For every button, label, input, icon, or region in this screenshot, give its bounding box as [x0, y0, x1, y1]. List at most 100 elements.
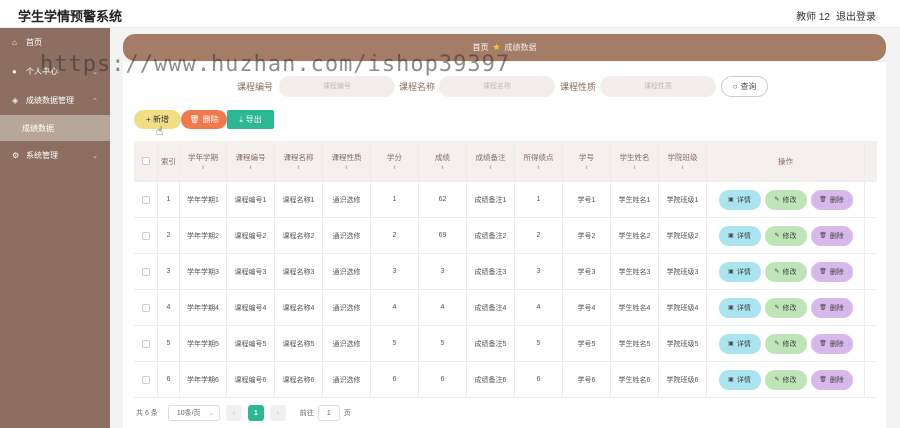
column-header[interactable]: 学院班级 ⬍: [659, 141, 707, 181]
search-input-course-code[interactable]: 课程编号: [279, 76, 395, 97]
page-number-current[interactable]: 1: [247, 405, 264, 421]
table-cell: 1: [371, 182, 419, 217]
edit-button-label: 修改: [782, 376, 797, 384]
delete-button[interactable]: 🗑 删除: [810, 369, 853, 390]
sidebar-item-system[interactable]: ⚙ 系统管理 ⌄: [0, 141, 110, 170]
table-cell: 学年学期5: [180, 326, 227, 361]
row-checkbox[interactable]: [141, 195, 150, 204]
detail-button[interactable]: ▣ 详情: [718, 261, 761, 282]
pagination-total: 共 6 条: [136, 410, 158, 417]
table-row: 6 学年学期6 课程编号6 课程名称6 通识选修 6 6 成绩备注6 6 学号6 学生姓名6 学院班级…: [134, 362, 877, 398]
delete-button[interactable]: 🗑 删除: [810, 225, 853, 246]
detail-button[interactable]: ▣ 详情: [718, 333, 761, 354]
column-header: 索引: [158, 141, 180, 181]
table-cell: 6: [419, 362, 467, 397]
search-icon: ○: [732, 82, 738, 91]
column-header[interactable]: 成绩备注 ⬍: [467, 141, 515, 181]
row-checkbox[interactable]: [141, 339, 150, 348]
search-bar: 课程编号 课程编号 课程名称 课程名称 课程性质 课程性质 ○ 查询: [123, 74, 886, 98]
column-header-label: 学分: [387, 152, 402, 162]
row-checkbox[interactable]: [141, 375, 150, 384]
row-checkbox[interactable]: [141, 231, 150, 240]
column-header[interactable]: 成绩 ⬍: [419, 141, 467, 181]
column-header[interactable]: 学号 ⬍: [563, 141, 611, 181]
row-checkbox[interactable]: [141, 303, 150, 312]
download-icon: ⤓: [239, 114, 243, 124]
table-cell: 课程名称4: [275, 290, 323, 325]
chevron-up-icon: ⌃: [92, 97, 98, 105]
export-label: 导出: [245, 115, 262, 124]
search-button[interactable]: ○ 查询: [721, 76, 768, 97]
content-panel: 课程编号 课程编号 课程名称 课程名称 课程性质 课程性质 ○ 查询 + 新增 …: [123, 62, 886, 428]
delete-button[interactable]: 🗑 删除: [810, 261, 853, 282]
column-header[interactable]: 课程性质 ⬍: [323, 141, 371, 181]
search-input-course-name[interactable]: 课程名称: [439, 76, 555, 97]
logout-link[interactable]: 退出登录: [836, 8, 876, 23]
table-cell: 学生姓名3: [611, 254, 659, 289]
user-icon: ●: [12, 67, 17, 76]
column-header[interactable]: 课程名称 ⬍: [275, 141, 323, 181]
detail-button[interactable]: ▣ 详情: [718, 297, 761, 318]
page-size-select[interactable]: 10条/页 ⌄: [167, 405, 220, 421]
column-header-label: 成绩备注: [475, 152, 506, 162]
detail-button-label: 详情: [736, 196, 751, 204]
edit-button[interactable]: ✎ 修改: [764, 261, 807, 282]
sidebar-item-score-data[interactable]: 成绩数据: [0, 115, 110, 141]
sort-icon: ⬍: [584, 164, 589, 171]
edit-button[interactable]: ✎ 修改: [764, 189, 807, 210]
detail-button-label: 详情: [736, 304, 751, 312]
select-all-cell: [134, 141, 158, 181]
column-header[interactable]: 所得绩点 ⬍: [515, 141, 563, 181]
table-cell: 学号6: [563, 362, 611, 397]
search-input-course-type[interactable]: 课程性质: [600, 76, 716, 97]
delete-button[interactable]: 🗑 删除: [810, 189, 853, 210]
table-cell: 学号4: [563, 290, 611, 325]
edit-button[interactable]: ✎ 修改: [764, 333, 807, 354]
batch-delete-button[interactable]: 🗑 删除: [181, 110, 227, 129]
row-actions: ▣ 详情 ✎ 修改 🗑 删除: [707, 290, 865, 325]
column-header[interactable]: 学年学期 ⬍: [180, 141, 227, 181]
top-bar: 学生学情预警系统 教师 12 退出登录: [0, 0, 900, 28]
column-header[interactable]: 课程编号 ⬍: [227, 141, 275, 181]
pencil-icon: ✎: [774, 233, 780, 239]
delete-button-label: 删除: [829, 196, 844, 204]
edit-button[interactable]: ✎ 修改: [764, 369, 807, 390]
pencil-icon: ✎: [774, 269, 780, 275]
table-cell: 学生姓名4: [611, 290, 659, 325]
goto-page-input[interactable]: 1: [317, 405, 340, 421]
export-button[interactable]: ⤓ 导出: [227, 110, 274, 129]
delete-button[interactable]: 🗑 删除: [810, 297, 853, 318]
detail-button-label: 详情: [736, 376, 751, 384]
column-header[interactable]: 学分 ⬍: [371, 141, 419, 181]
detail-button-label: 详情: [736, 232, 751, 240]
delete-button-label: 删除: [829, 340, 844, 348]
table-cell: 课程名称3: [275, 254, 323, 289]
detail-button[interactable]: ▣ 详情: [718, 225, 761, 246]
table-cell: 课程编号3: [227, 254, 275, 289]
table-cell: 69: [419, 218, 467, 253]
edit-button[interactable]: ✎ 修改: [764, 225, 807, 246]
select-all-checkbox[interactable]: [141, 157, 150, 165]
table-cell: 4: [419, 290, 467, 325]
row-checkbox[interactable]: [141, 267, 150, 276]
column-header-label: 学院班级: [667, 152, 698, 162]
column-header[interactable]: 学生姓名 ⬍: [611, 141, 659, 181]
edit-button-label: 修改: [782, 232, 797, 240]
detail-button[interactable]: ▣ 详情: [718, 369, 761, 390]
detail-button[interactable]: ▣ 详情: [718, 189, 761, 210]
pencil-icon: ✎: [774, 305, 780, 311]
table-cell: 3: [515, 254, 563, 289]
sort-icon: ⬍: [440, 164, 445, 171]
table-cell: 5: [515, 326, 563, 361]
edit-button[interactable]: ✎ 修改: [764, 297, 807, 318]
delete-button[interactable]: 🗑 删除: [810, 333, 853, 354]
table-cell: 2: [515, 218, 563, 253]
sidebar-item-score-management[interactable]: ◈ 成绩数据管理 ⌃: [0, 86, 110, 115]
table-cell: 学年学期3: [180, 254, 227, 289]
next-page-button[interactable]: ›: [269, 405, 286, 421]
detail-icon: ▣: [728, 269, 734, 275]
prev-page-button[interactable]: ‹: [225, 405, 242, 421]
table-cell: 4: [515, 290, 563, 325]
table-cell: 通识选修: [323, 218, 371, 253]
table-cell: 5: [158, 326, 180, 361]
